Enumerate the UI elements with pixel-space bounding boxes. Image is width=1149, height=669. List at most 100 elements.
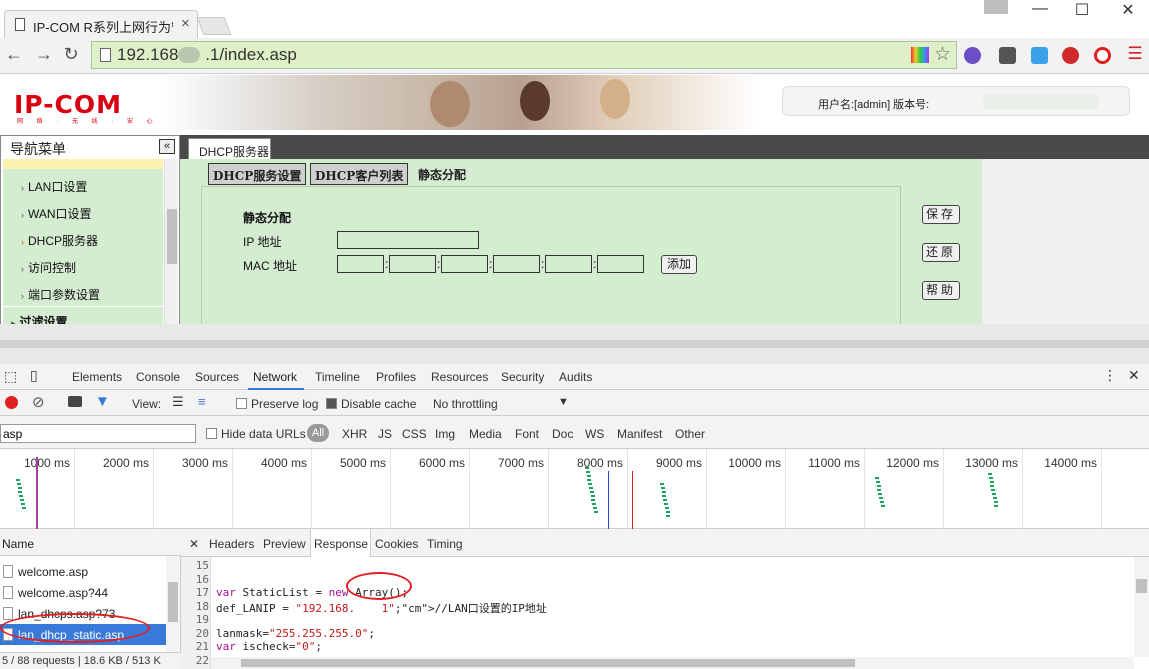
filter-doc[interactable]: Doc [552,427,573,441]
menu-icon[interactable]: ☰ [1124,44,1146,64]
request-list-scrollbar[interactable] [166,556,180,652]
filter-img[interactable]: Img [435,427,455,441]
waterfall-bar [588,483,592,485]
code-horizontal-scrollbar[interactable] [211,657,1134,669]
color-extension-icon[interactable] [911,47,929,63]
bookmark-star-icon[interactable]: ☆ [934,43,951,66]
banner-photo [160,75,760,130]
subtab-dhcp-clients[interactable]: DHCP客户列表 [310,163,409,185]
nav-item-dhcp[interactable]: › DHCP服务器 [21,232,98,249]
inspect-element-icon[interactable]: ⬚ [4,368,17,385]
filter-css[interactable]: CSS [402,427,427,441]
record-icon[interactable] [5,396,18,409]
subtab-dhcp-settings[interactable]: DHCP服务设置 [208,163,307,185]
hide-data-urls-checkbox[interactable]: Hide data URLs [206,427,306,441]
screenshot-icon[interactable] [68,396,82,407]
devtools-splitter[interactable] [0,324,1149,364]
subtab-static-assign[interactable]: 静态分配 [414,163,471,185]
maximize-button[interactable]: ☐ [1062,0,1102,19]
router-admin-page: IP-COM 网 络 · 无 线 · 安 心 · 易 用 用户名:[admin]… [0,75,1149,364]
globe-extension-icon[interactable] [964,47,981,64]
tab-headers[interactable]: Headers [209,537,254,551]
puzzle-extension-icon[interactable] [999,47,1016,64]
preserve-log-checkbox[interactable]: Preserve log [236,397,318,411]
filter-icon[interactable]: ▼ [95,393,110,410]
security-extension-icon[interactable] [1062,47,1079,64]
filter-manifest[interactable]: Manifest [617,427,662,441]
close-devtools-icon[interactable]: ✕ [1128,367,1140,384]
tab-console[interactable]: Console [136,370,180,384]
list-view-icon[interactable]: ☰ [172,394,184,410]
tab-security[interactable]: Security [501,370,544,384]
nav-item-wan[interactable]: › WAN口设置 [21,205,92,222]
filter-js[interactable]: JS [378,427,392,441]
add-button[interactable]: 添加 [661,255,697,274]
mac-input-2[interactable] [389,255,436,273]
reload-icon[interactable]: ↻ [60,44,82,65]
nav-item-access-control[interactable]: › 访问控制 [21,259,76,276]
nav-item-lan[interactable]: › LAN口设置 [21,178,87,195]
network-timeline-overview[interactable]: 1000 ms 2000 ms 3000 ms 4000 ms 5000 ms 6000 … [0,449,1149,529]
code-vertical-scrollbar[interactable] [1134,557,1149,657]
tab-resources[interactable]: Resources [431,370,488,384]
ip-input[interactable] [337,231,479,249]
clear-icon[interactable]: ⊘ [32,393,45,411]
tab-profiles[interactable]: Profiles [376,370,416,384]
collapse-menu-icon[interactable]: « [159,139,175,154]
mac-input-4[interactable] [493,255,540,273]
chevron-down-icon[interactable]: ▼ [558,396,569,408]
nav-scroll-thumb[interactable] [167,209,177,264]
close-window-button[interactable]: ✕ [1108,0,1148,19]
tab-audits[interactable]: Audits [559,370,592,384]
request-row[interactable]: welcome.asp [0,561,166,582]
timeline-tick-label: 7000 ms [497,456,544,470]
filter-font[interactable]: Font [515,427,539,441]
mac-input-3[interactable] [441,255,488,273]
forward-arrow-icon[interactable]: → [33,44,55,65]
tab-network[interactable]: Network [253,370,297,384]
address-bar[interactable]: 192.168. .1/index.asp ☆ [91,41,957,69]
more-options-icon[interactable]: ⋮ [1103,367,1117,384]
device-mode-icon[interactable]: ▯ [30,367,38,384]
blue-extension-icon[interactable] [1031,47,1048,64]
filter-all[interactable]: All [307,424,329,442]
section-title: 静态分配 [243,211,292,225]
new-tab-button[interactable] [196,17,232,35]
minimize-button[interactable]: — [1020,0,1060,17]
tab-elements[interactable]: Elements [72,370,122,384]
mac-input-1[interactable] [337,255,384,273]
tab-timeline[interactable]: Timeline [315,370,360,384]
waterfall-view-icon[interactable]: ≡ [198,394,206,409]
browser-tab[interactable]: IP-COM R系列上网行为管 × [4,10,198,38]
request-row[interactable]: welcome.asp?44 [0,582,166,603]
disable-cache-checkbox[interactable]: Disable cache [326,397,416,411]
close-detail-icon[interactable]: ✕ [189,537,199,551]
mac-input-5[interactable] [545,255,592,273]
mac-input-6[interactable] [597,255,644,273]
help-button[interactable]: 帮助 [922,281,960,300]
name-column-header[interactable]: Name [0,529,181,556]
profile-icon[interactable] [984,0,1008,14]
waterfall-bar [989,477,993,479]
tab-preview[interactable]: Preview [263,537,306,551]
filter-input[interactable] [0,424,196,443]
save-button[interactable]: 保存 [922,205,960,224]
tab-response[interactable]: Response [314,537,368,551]
tab-dhcp-server[interactable]: DHCP服务器 [188,138,271,160]
filter-media[interactable]: Media [469,427,502,441]
page-info-icon[interactable] [100,48,111,62]
filter-xhr[interactable]: XHR [342,427,367,441]
tab-close-icon[interactable]: × [181,15,190,32]
page-icon [15,18,25,31]
restore-button[interactable]: 还原 [922,243,960,262]
nav-item-port-params[interactable]: › 端口参数设置 [21,286,100,303]
filter-ws[interactable]: WS [585,427,604,441]
back-arrow-icon[interactable]: ← [3,44,25,65]
opera-extension-icon[interactable] [1094,47,1111,64]
filter-other[interactable]: Other [675,427,705,441]
throttling-select[interactable]: No throttling [433,397,498,411]
redacted-version [983,94,1098,109]
tab-sources[interactable]: Sources [195,370,239,384]
tab-cookies[interactable]: Cookies [375,537,418,551]
tab-timing[interactable]: Timing [427,537,463,551]
